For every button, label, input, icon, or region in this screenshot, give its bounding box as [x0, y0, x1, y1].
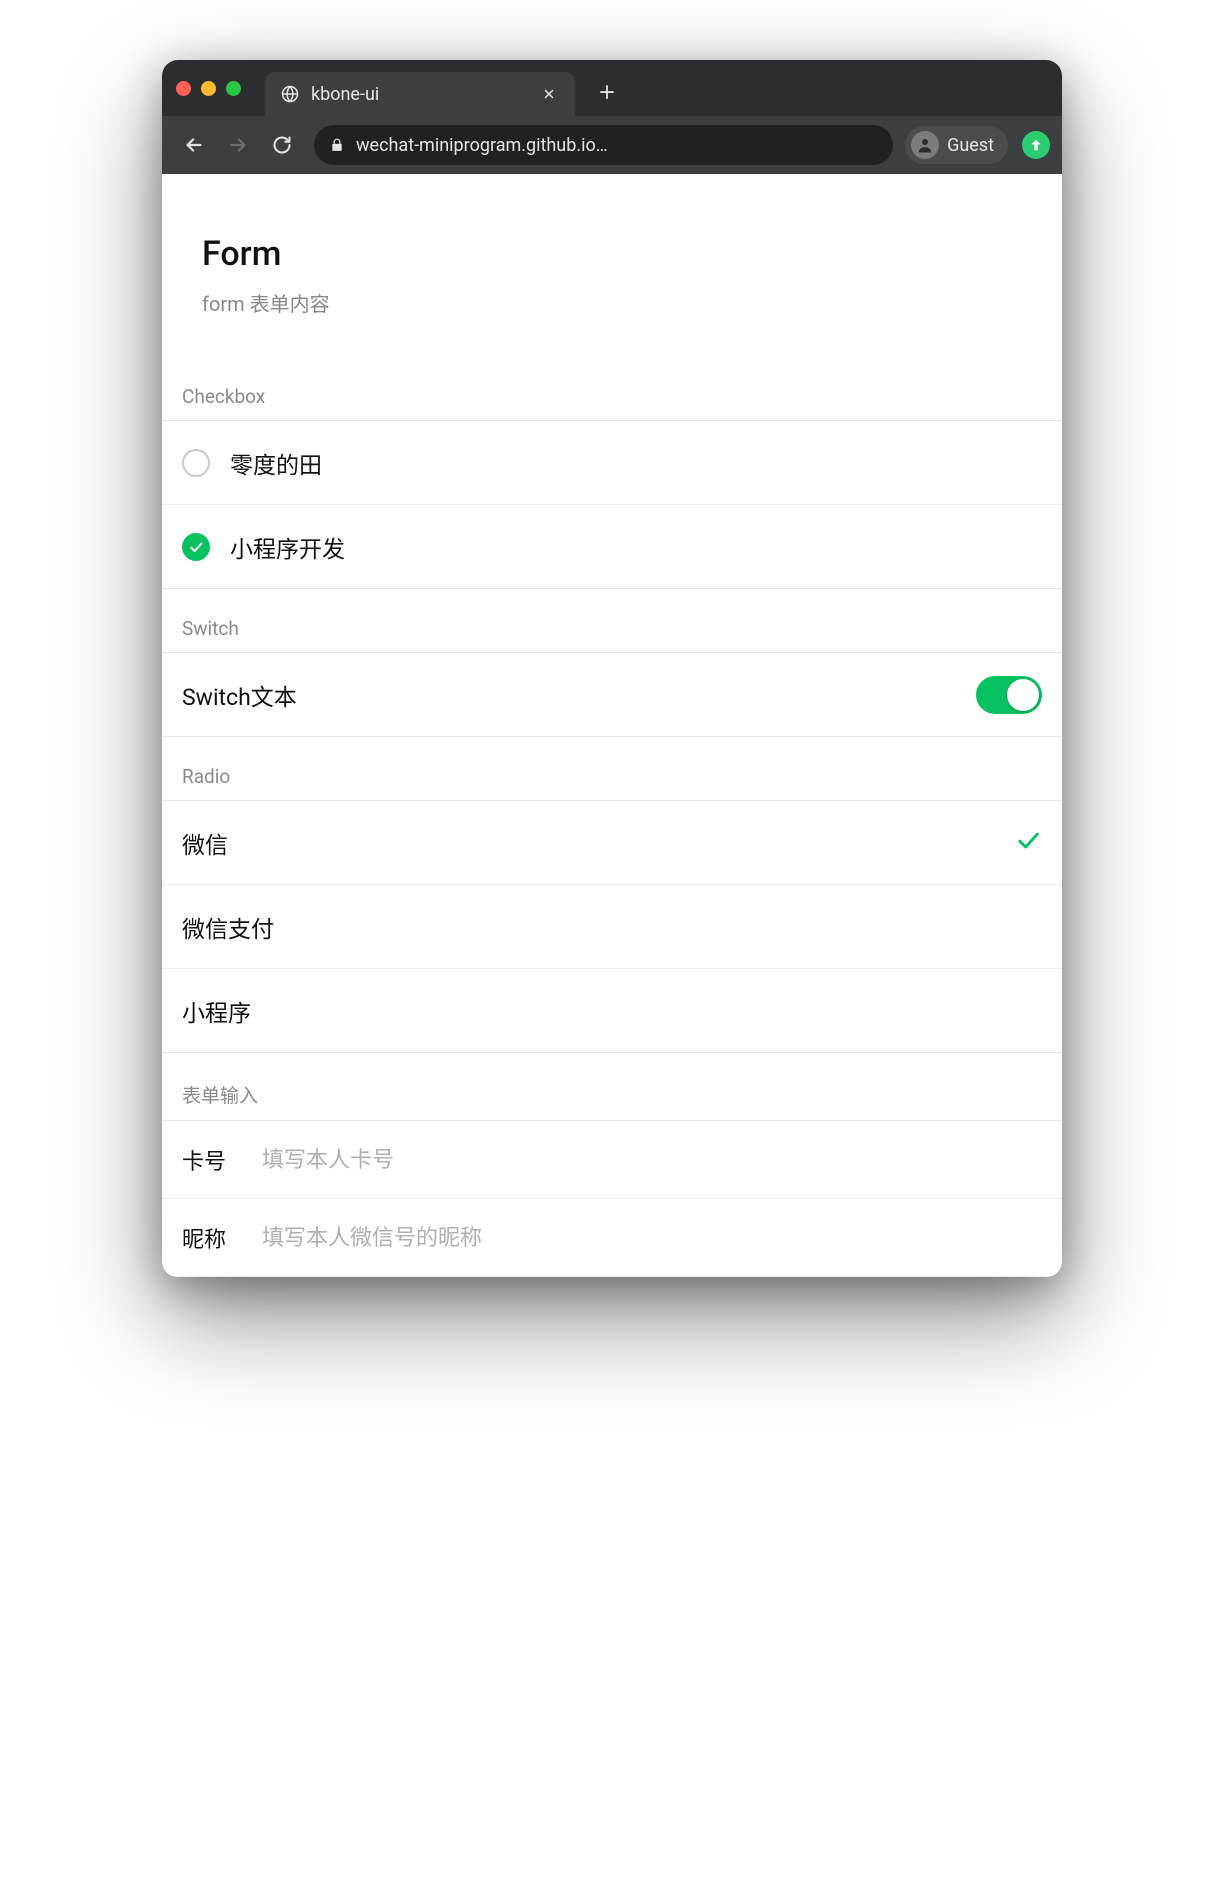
section-label-radio: Radio	[162, 737, 1062, 800]
back-button[interactable]	[174, 125, 214, 165]
radio-label: 小程序	[182, 994, 1042, 1028]
close-window-button[interactable]	[176, 81, 191, 96]
switch-group: Switch文本	[162, 652, 1062, 737]
input-group: 卡号 昵称	[162, 1120, 1062, 1277]
close-tab-button[interactable]	[539, 84, 559, 104]
check-icon	[1014, 826, 1042, 860]
address-bar[interactable]: wechat-miniprogram.github.io…	[314, 125, 893, 165]
extension-button[interactable]	[1022, 131, 1050, 159]
checkbox-group: 零度的田 小程序开发	[162, 420, 1062, 589]
checkbox-icon	[182, 449, 210, 477]
radio-item[interactable]: 微信支付	[162, 885, 1062, 969]
window-titlebar: kbone-ui	[162, 60, 1062, 116]
section-label-checkbox: Checkbox	[162, 357, 1062, 420]
radio-label: 微信	[182, 826, 1014, 860]
checkbox-icon-checked	[182, 533, 210, 561]
url-text: wechat-miniprogram.github.io…	[356, 135, 608, 156]
switch-knob	[1007, 679, 1039, 711]
checkbox-item[interactable]: 小程序开发	[162, 505, 1062, 589]
page-description: form 表单内容	[202, 288, 1022, 317]
profile-button[interactable]: Guest	[905, 126, 1008, 164]
checkbox-item[interactable]: 零度的田	[162, 421, 1062, 505]
reload-button[interactable]	[262, 125, 302, 165]
tab-strip: kbone-ui	[265, 60, 1048, 116]
browser-tab[interactable]: kbone-ui	[265, 72, 575, 116]
radio-label: 微信支付	[182, 910, 1042, 944]
switch-toggle[interactable]	[976, 676, 1042, 714]
person-icon	[911, 131, 939, 159]
switch-item: Switch文本	[162, 653, 1062, 737]
card-number-input[interactable]	[262, 1147, 1042, 1173]
profile-label: Guest	[947, 135, 994, 156]
window-controls	[176, 81, 241, 96]
globe-icon	[281, 85, 299, 103]
radio-item[interactable]: 微信	[162, 801, 1062, 885]
page-header: Form form 表单内容	[162, 174, 1062, 357]
checkbox-label: 小程序开发	[230, 530, 1042, 564]
maximize-window-button[interactable]	[226, 81, 241, 96]
section-label-inputs: 表单输入	[162, 1053, 1062, 1120]
new-tab-button[interactable]	[591, 76, 623, 108]
input-row: 卡号	[162, 1121, 1062, 1199]
input-row: 昵称	[162, 1199, 1062, 1277]
page-content: Form form 表单内容 Checkbox 零度的田 小程序开发 Switc…	[162, 174, 1062, 1277]
browser-window: kbone-ui	[162, 60, 1062, 1277]
input-label-nickname: 昵称	[182, 1222, 262, 1254]
switch-label: Switch文本	[182, 678, 976, 712]
section-label-switch: Switch	[162, 589, 1062, 652]
browser-toolbar: wechat-miniprogram.github.io… Guest	[162, 116, 1062, 174]
radio-item[interactable]: 小程序	[162, 969, 1062, 1053]
checkbox-label: 零度的田	[230, 446, 1042, 480]
nickname-input[interactable]	[262, 1225, 1042, 1251]
minimize-window-button[interactable]	[201, 81, 216, 96]
page-title: Form	[202, 234, 1022, 274]
forward-button[interactable]	[218, 125, 258, 165]
radio-group: 微信 微信支付 小程序	[162, 800, 1062, 1053]
tab-title: kbone-ui	[311, 84, 379, 105]
lock-icon	[330, 138, 346, 152]
input-label-card: 卡号	[182, 1144, 262, 1176]
